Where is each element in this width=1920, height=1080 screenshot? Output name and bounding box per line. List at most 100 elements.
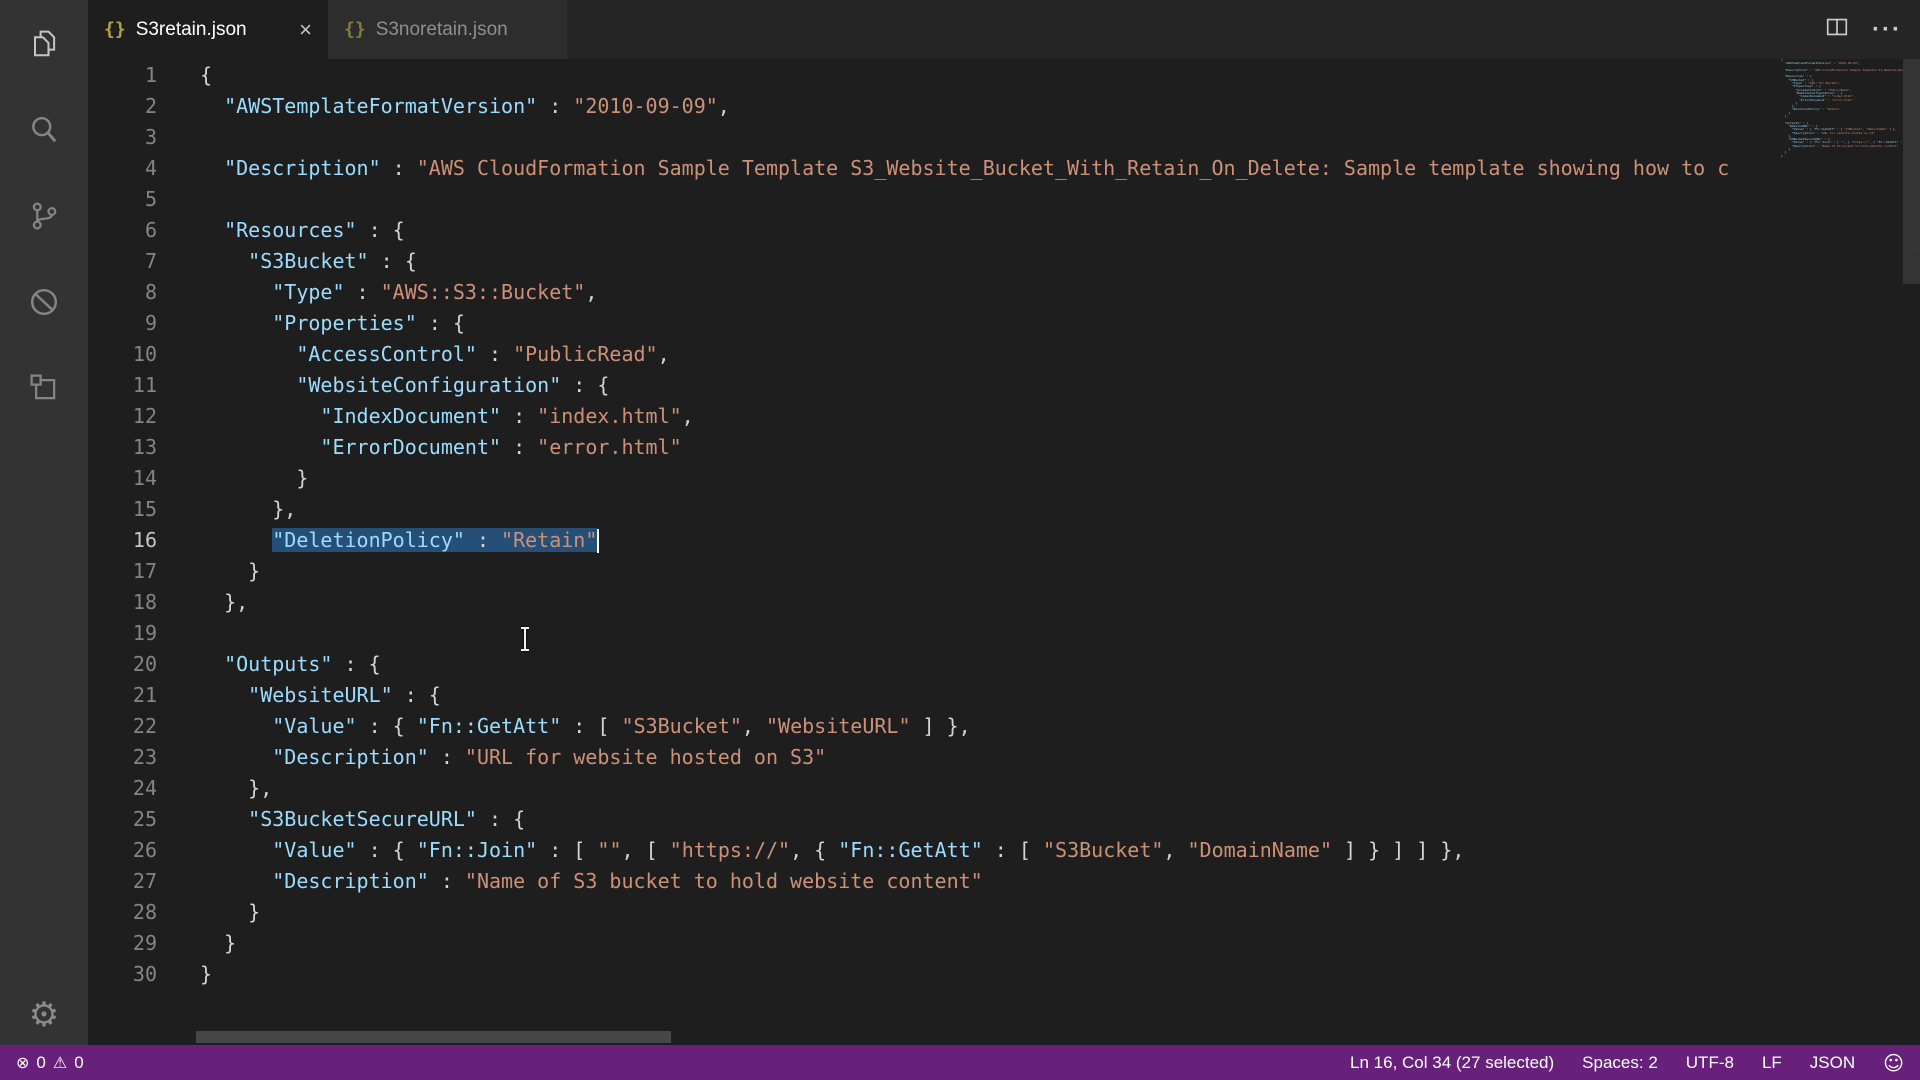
line-number[interactable]: 24 — [88, 773, 157, 804]
code-line[interactable]: 29 } — [88, 928, 1903, 959]
tab-bar: {} S3retain.json × {} S3noretain.json ··… — [88, 0, 1920, 59]
code-text: "ErrorDocument" : "error.html" — [157, 432, 682, 463]
code-line[interactable]: 17 } — [88, 556, 1903, 587]
line-number[interactable]: 19 — [88, 618, 157, 649]
editor[interactable]: 1{2 "AWSTemplateFormatVersion" : "2010-0… — [88, 59, 1920, 1045]
tab-label: S3noretain.json — [376, 19, 508, 41]
code-line[interactable]: 20 "Outputs" : { — [88, 649, 1903, 680]
source-control-icon[interactable] — [24, 196, 64, 236]
code-line[interactable]: 3 — [88, 122, 1903, 153]
line-number[interactable]: 2 — [88, 91, 157, 122]
line-number[interactable]: 18 — [88, 587, 157, 618]
code-line[interactable]: 14 } — [88, 463, 1903, 494]
editor-actions: ··· — [1824, 0, 1920, 59]
vertical-scrollbar[interactable] — [1903, 59, 1920, 1045]
code-line[interactable]: 27 "Description" : "Name of S3 bucket to… — [88, 866, 1903, 897]
code-text: "AccessControl" : "PublicRead", — [157, 339, 670, 370]
code-line[interactable]: 21 "WebsiteURL" : { — [88, 680, 1903, 711]
code-line[interactable]: 1{ — [88, 60, 1903, 91]
line-number[interactable]: 27 — [88, 866, 157, 897]
line-number[interactable]: 20 — [88, 649, 157, 680]
code-line[interactable]: 30} — [88, 959, 1903, 990]
code-line[interactable]: 25 "S3BucketSecureURL" : { — [88, 804, 1903, 835]
debug-icon[interactable] — [24, 282, 64, 322]
code-line[interactable]: 16 "DeletionPolicy" : "Retain" — [88, 525, 1903, 556]
explorer-icon[interactable] — [24, 24, 64, 64]
code-text: "S3BucketSecureURL" : { — [157, 804, 525, 835]
line-number[interactable]: 23 — [88, 742, 157, 773]
line-number[interactable]: 11 — [88, 370, 157, 401]
line-number[interactable]: 4 — [88, 153, 157, 184]
line-number[interactable]: 25 — [88, 804, 157, 835]
line-number[interactable]: 1 — [88, 60, 157, 91]
code-text: } — [157, 959, 212, 990]
code-line[interactable]: 11 "WebsiteConfiguration" : { — [88, 370, 1903, 401]
close-tab-icon[interactable]: × — [299, 19, 312, 41]
line-number[interactable]: 14 — [88, 463, 157, 494]
code-line[interactable]: 9 "Properties" : { — [88, 308, 1903, 339]
language-mode-status[interactable]: JSON — [1810, 1053, 1855, 1073]
code-line[interactable]: 2 "AWSTemplateFormatVersion" : "2010-09-… — [88, 91, 1903, 122]
code-text: "Description" : "Name of S3 bucket to ho… — [157, 866, 983, 897]
code-line[interactable]: 8 "Type" : "AWS::S3::Bucket", — [88, 277, 1903, 308]
code-line[interactable]: 28 } — [88, 897, 1903, 928]
line-number[interactable]: 21 — [88, 680, 157, 711]
line-number[interactable]: 9 — [88, 308, 157, 339]
vertical-scrollbar-thumb[interactable] — [1903, 59, 1920, 284]
line-number[interactable]: 28 — [88, 897, 157, 928]
code-text: "DeletionPolicy" : "Retain" — [157, 525, 599, 556]
line-number[interactable]: 8 — [88, 277, 157, 308]
error-count: 0 — [36, 1053, 45, 1073]
line-number[interactable]: 16 — [88, 525, 157, 556]
line-number[interactable]: 10 — [88, 339, 157, 370]
feedback-smiley-icon[interactable]: ☺ — [1883, 1051, 1904, 1075]
code-line[interactable]: 23 "Description" : "URL for website host… — [88, 742, 1903, 773]
encoding-status[interactable]: UTF-8 — [1686, 1053, 1734, 1073]
line-number[interactable]: 3 — [88, 122, 157, 153]
cursor-position-status[interactable]: Ln 16, Col 34 (27 selected) — [1350, 1053, 1554, 1073]
tab-label: S3retain.json — [136, 19, 247, 41]
code-line[interactable]: 10 "AccessControl" : "PublicRead", — [88, 339, 1903, 370]
code-line[interactable]: 22 "Value" : { "Fn::GetAtt" : [ "S3Bucke… — [88, 711, 1903, 742]
code-line[interactable]: 4 "Description" : "AWS CloudFormation Sa… — [88, 153, 1903, 184]
line-number[interactable]: 6 — [88, 215, 157, 246]
minimap[interactable]: { "AWSTemplateFormatVersion" : "2010-09-… — [1781, 59, 1903, 1031]
code-line[interactable]: 13 "ErrorDocument" : "error.html" — [88, 432, 1903, 463]
code-line[interactable]: 7 "S3Bucket" : { — [88, 246, 1903, 277]
line-number[interactable]: 5 — [88, 184, 157, 215]
warning-count: 0 — [74, 1053, 83, 1073]
code-line[interactable]: 6 "Resources" : { — [88, 215, 1903, 246]
code-line[interactable]: 18 }, — [88, 587, 1903, 618]
line-number[interactable]: 29 — [88, 928, 157, 959]
code-text: "Description" : "URL for website hosted … — [157, 742, 826, 773]
eol-status[interactable]: LF — [1762, 1053, 1782, 1073]
line-number[interactable]: 15 — [88, 494, 157, 525]
search-icon[interactable] — [24, 110, 64, 150]
extensions-icon[interactable] — [24, 368, 64, 408]
horizontal-scrollbar[interactable] — [196, 1031, 671, 1043]
settings-gear-icon[interactable]: ⚙ — [24, 995, 64, 1035]
line-number[interactable]: 7 — [88, 246, 157, 277]
line-number[interactable]: 26 — [88, 835, 157, 866]
code-text: "Properties" : { — [157, 308, 465, 339]
line-number[interactable]: 17 — [88, 556, 157, 587]
indentation-status[interactable]: Spaces: 2 — [1582, 1053, 1658, 1073]
code-text: { — [157, 60, 212, 91]
line-number[interactable]: 22 — [88, 711, 157, 742]
code-text: }, — [157, 494, 296, 525]
code-line[interactable]: 24 }, — [88, 773, 1903, 804]
split-editor-icon[interactable] — [1824, 14, 1850, 45]
code-line[interactable]: 15 }, — [88, 494, 1903, 525]
code-line[interactable]: 19 — [88, 618, 1903, 649]
code-line[interactable]: 5 — [88, 184, 1903, 215]
line-number[interactable]: 12 — [88, 401, 157, 432]
error-icon: ⊗ — [16, 1053, 29, 1072]
problems-status[interactable]: ⊗ 0 ⚠ 0 — [16, 1053, 84, 1073]
line-number[interactable]: 30 — [88, 959, 157, 990]
code-line[interactable]: 12 "IndexDocument" : "index.html", — [88, 401, 1903, 432]
tab-s3noretain[interactable]: {} S3noretain.json — [328, 0, 568, 59]
tab-s3retain[interactable]: {} S3retain.json × — [88, 0, 328, 59]
line-number[interactable]: 13 — [88, 432, 157, 463]
code-line[interactable]: 26 "Value" : { "Fn::Join" : [ "", [ "htt… — [88, 835, 1903, 866]
more-actions-icon[interactable]: ··· — [1872, 16, 1902, 44]
